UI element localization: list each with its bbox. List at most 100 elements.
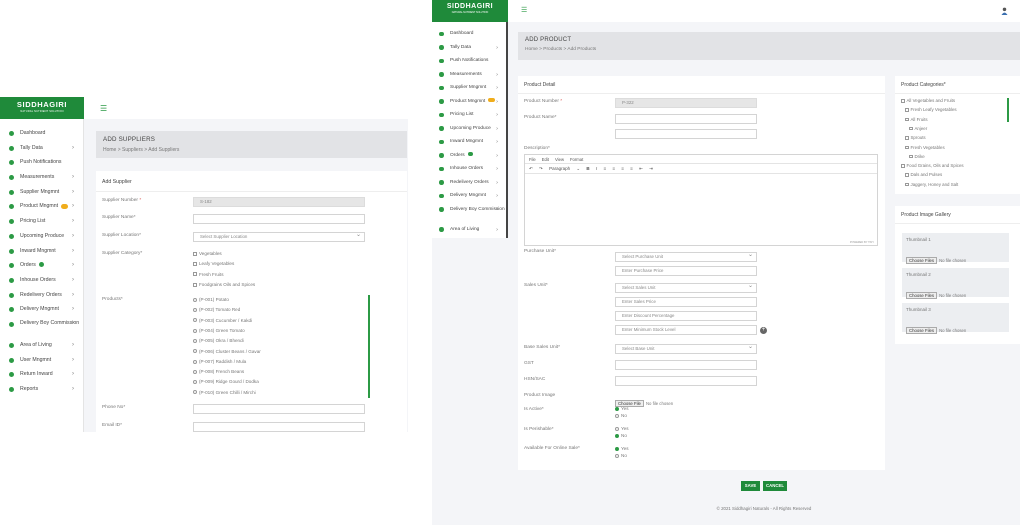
align-justify-icon[interactable]: ≡ xyxy=(630,166,633,171)
menu-toggle-icon[interactable]: ☰ xyxy=(100,104,107,113)
align-right-icon[interactable]: ≡ xyxy=(621,166,624,171)
category-checkbox[interactable]: Foodgrains Oils and Spices xyxy=(193,282,255,287)
sidebar-item-pricing-list[interactable]: Pricing List › xyxy=(432,111,508,125)
sidebar-item-upcoming-produce[interactable]: Upcoming Produce › xyxy=(432,125,508,139)
sidebar-item-product-mngmnt[interactable]: Product Mngmnt › xyxy=(432,97,508,112)
sidebar-item-supplier-mngmnt[interactable]: Supplier Mngmnt › xyxy=(0,188,83,203)
category-tree-item[interactable]: Fresh Leafy Vegetables xyxy=(905,107,957,112)
supplier-name-field[interactable] xyxy=(193,214,365,224)
sidebar-item-inhouse-orders[interactable]: Inhouse Orders › xyxy=(432,165,508,179)
category-checkbox[interactable]: Leafy Vegetables xyxy=(193,261,234,266)
sidebar-item-tally-data[interactable]: Tally Data › xyxy=(432,44,508,58)
gst-field[interactable] xyxy=(615,360,757,370)
is-perishable-no-radio[interactable]: No xyxy=(615,433,627,438)
product-option[interactable]: (P-002) Tomato Red xyxy=(193,307,240,312)
sidebar-item-tally-data[interactable]: Tally Data › xyxy=(0,144,83,159)
cancel-button[interactable]: CANCEL xyxy=(763,481,787,491)
is-active-yes-radio[interactable]: Yes xyxy=(615,406,629,411)
sidebar-item-upcoming-produce[interactable]: Upcoming Produce › xyxy=(0,232,83,247)
outdent-icon[interactable]: ⇤ xyxy=(639,166,643,171)
editor-menu-file[interactable]: File xyxy=(529,157,536,162)
sidebar-item-delivery-boy-commission[interactable]: Delivery Boy Commission › xyxy=(0,320,83,341)
category-tree-item[interactable]: All Vegetables and Fruits xyxy=(901,98,955,103)
sidebar-item-dashboard[interactable]: Dashboard xyxy=(0,129,83,144)
sidebar-item-push-notifications[interactable]: Push Notifications xyxy=(432,57,508,71)
align-center-icon[interactable]: ≡ xyxy=(612,166,615,171)
thumbnail-file-input[interactable]: Choose Files No file chosen xyxy=(906,284,966,302)
choose-files-button[interactable]: Choose Files xyxy=(906,257,938,264)
sidebar-item-supplier-mngmnt[interactable]: Supplier Mngmnt › xyxy=(432,84,508,98)
is-active-no-radio[interactable]: No xyxy=(615,413,627,418)
products-scrollbar[interactable] xyxy=(368,295,370,398)
email-field[interactable] xyxy=(193,422,365,432)
purchase-unit-select[interactable]: Select Purchase Unit xyxy=(615,251,757,262)
product-option[interactable]: (P-008) French Beans xyxy=(193,369,244,374)
menu-toggle-icon[interactable]: ☰ xyxy=(521,6,527,14)
category-tree-item[interactable]: All Fruits xyxy=(905,117,928,122)
supplier-number-field[interactable]: S-182 xyxy=(193,197,365,207)
is-perishable-yes-radio[interactable]: Yes xyxy=(615,426,629,431)
thumbnail-file-input[interactable]: Choose Files No file chosen xyxy=(906,249,966,267)
category-tree-item[interactable]: Dals and Pulses xyxy=(905,172,942,177)
category-scrollbar[interactable] xyxy=(1007,98,1009,122)
sidebar-item-measurements[interactable]: Measurements › xyxy=(432,71,508,85)
online-sale-no-radio[interactable]: No xyxy=(615,453,627,458)
sidebar-item-dashboard[interactable]: Dashboard xyxy=(432,30,508,44)
sidebar-item-inward-mngmnt[interactable]: Inward Mngmnt › xyxy=(0,247,83,262)
supplier-location-select[interactable]: Select Supplier Location xyxy=(193,231,365,242)
sidebar-item-product-mngmnt[interactable]: Product Mngmnt › xyxy=(0,202,83,217)
product-option[interactable]: (P-001) Potato xyxy=(193,297,229,302)
category-tree-item[interactable]: Sprouts xyxy=(905,135,926,140)
italic-icon[interactable]: I xyxy=(596,166,597,171)
choose-files-button[interactable]: Choose Files xyxy=(906,327,938,334)
choose-files-button[interactable]: Choose Files xyxy=(906,292,938,299)
editor-menu-format[interactable]: Format xyxy=(570,157,583,162)
hsn-field[interactable] xyxy=(615,376,757,386)
product-option[interactable]: (P-009) Ridge Gourd / Dodka xyxy=(193,379,259,384)
editor-menu-view[interactable]: View xyxy=(555,157,564,162)
product-option[interactable]: (P-004) Green Tomato xyxy=(193,328,245,333)
redo-icon[interactable]: ↷ xyxy=(539,166,543,171)
editor-menu-edit[interactable]: Edit xyxy=(542,157,549,162)
online-sale-yes-radio[interactable]: Yes xyxy=(615,446,629,451)
sidebar-item-area-of-living[interactable]: Area of Living › xyxy=(432,226,508,240)
sidebar-item-delivery-mngmnt[interactable]: Delivery Mngmnt › xyxy=(432,192,508,206)
category-tree-item[interactable]: Fresh Vegetables xyxy=(905,145,945,150)
add-sales-unit-icon[interactable]: + xyxy=(760,327,767,334)
sidebar-item-push-notifications[interactable]: Push Notifications xyxy=(0,158,83,173)
brand-logo[interactable]: SIDDHAGIRI NATURAL NUTRIENT SOLUTION xyxy=(432,0,508,22)
sidebar-item-inward-mngmnt[interactable]: Inward Mngmnt › xyxy=(432,138,508,152)
description-editor[interactable]: File Edit View Format ↶ ↷ Paragraph ⌄ B I ≡… xyxy=(524,154,878,246)
category-tree-item[interactable]: Drike xyxy=(909,154,925,159)
sidebar-item-redelivery-orders[interactable]: Redelivery Orders › xyxy=(0,291,83,306)
base-unit-select[interactable]: Select Base Unit xyxy=(615,343,757,354)
sidebar-item-return-inward[interactable]: Return Inward › xyxy=(0,370,83,385)
min-stock-field[interactable]: Enter Minimum Stock Level xyxy=(615,325,757,335)
category-checkbox[interactable]: Vegetables xyxy=(193,251,222,256)
bold-icon[interactable]: B xyxy=(586,166,589,171)
sidebar-item-reports[interactable]: Reports › xyxy=(0,385,83,400)
product-option[interactable]: (P-005) Okra / Bhendi xyxy=(193,338,244,343)
paragraph-select[interactable]: Paragraph ⌄ xyxy=(549,166,580,171)
save-button[interactable]: SAVE xyxy=(741,481,760,491)
sidebar-item-area-of-living[interactable]: Area of Living › xyxy=(0,341,83,356)
undo-icon[interactable]: ↶ xyxy=(529,166,533,171)
category-tree-item[interactable]: Anjeer xyxy=(909,126,927,131)
sidebar-item-redelivery-orders[interactable]: Redelivery Orders › xyxy=(432,179,508,193)
product-option[interactable]: (P-003) Cucumber / Kakdi xyxy=(193,318,252,323)
discount-field[interactable]: Enter Discount Percentage xyxy=(615,311,757,321)
product-name-field[interactable] xyxy=(615,114,757,124)
brand-logo[interactable]: SIDDHAGIRI NATURAL NUTRIENT SOLUTION xyxy=(0,97,84,119)
product-option[interactable]: (P-007) Raddish / Mula xyxy=(193,359,246,364)
category-tree-item[interactable]: Jaggery, Honey and Salt xyxy=(905,182,958,187)
sidebar-item-orders[interactable]: Orders › xyxy=(432,151,508,166)
sidebar-item-user-mngmnt[interactable]: User Mngmnt › xyxy=(0,356,83,371)
product-name-secondary-field[interactable] xyxy=(615,129,757,139)
sidebar-item-orders[interactable]: Orders › xyxy=(0,261,83,276)
align-left-icon[interactable]: ≡ xyxy=(603,166,606,171)
phone-field[interactable] xyxy=(193,404,365,414)
indent-icon[interactable]: ⇥ xyxy=(649,166,653,171)
thumbnail-file-input[interactable]: Choose Files No file chosen xyxy=(906,319,966,337)
product-option[interactable]: (P-006) Cluster Beans / Gavar xyxy=(193,349,261,354)
sidebar-item-pricing-list[interactable]: Pricing List › xyxy=(0,217,83,232)
